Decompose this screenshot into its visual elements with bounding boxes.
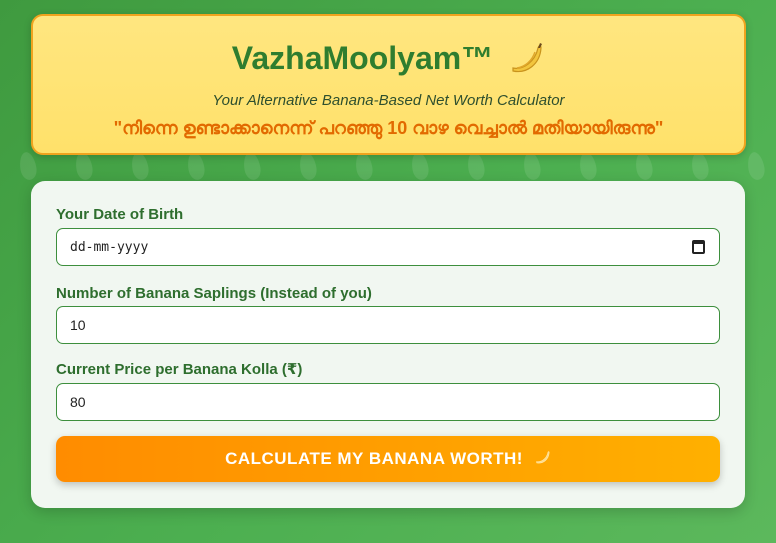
saplings-label: Number of Banana Saplings (Instead of yo… — [56, 285, 372, 302]
saplings-value: 10 — [70, 317, 86, 333]
app-title: VazhaMoolyam™ — [231, 39, 494, 76]
dob-placeholder: dd-mm-yyyy — [70, 239, 149, 255]
calendar-icon[interactable] — [692, 240, 705, 254]
price-value: 80 — [70, 394, 86, 410]
banana-icon — [533, 448, 551, 471]
banana-icon — [505, 38, 545, 78]
price-input[interactable]: 80 — [56, 383, 720, 421]
calculate-button[interactable]: CALCULATE MY BANANA WORTH! — [56, 436, 720, 482]
tagline: Your Alternative Banana-Based Net Worth … — [212, 92, 565, 109]
saplings-input[interactable]: 10 — [56, 306, 720, 344]
malayalam-quote: "നിന്നെ ഉണ്ടാക്കാനെന്ന് പറഞ്ഞു 10 വാഴ വെ… — [113, 118, 664, 138]
dob-input[interactable]: dd-mm-yyyy — [56, 228, 720, 266]
app-header: VazhaMoolyam™ Your Alternative Banana-Ba… — [31, 14, 746, 155]
dob-label: Your Date of Birth — [56, 206, 184, 223]
calculator-form: Your Date of Birth dd-mm-yyyy Number of … — [31, 181, 745, 508]
calculate-button-label: CALCULATE MY BANANA WORTH! — [225, 449, 523, 468]
price-label: Current Price per Banana Kolla (₹) — [56, 361, 303, 378]
